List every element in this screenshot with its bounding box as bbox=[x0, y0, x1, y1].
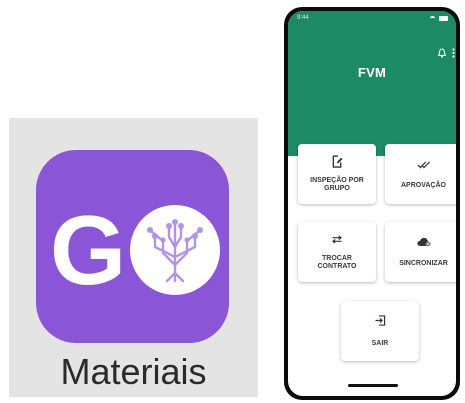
battery-icon bbox=[439, 16, 448, 21]
more-vert-icon[interactable] bbox=[452, 48, 455, 58]
wifi-icon bbox=[430, 16, 435, 22]
home-indicator bbox=[348, 384, 398, 387]
phone-frame: 9:44 FVM INSPEÇÃO POR GRUPO APROVAÇÃO TR… bbox=[284, 7, 460, 400]
app-name-label: Materiais bbox=[60, 351, 207, 392]
app-icon-panel: G Materiais bbox=[9, 118, 258, 397]
aprovacao-label: APROVAÇÃO bbox=[401, 182, 446, 189]
app-header: 9:44 FVM bbox=[288, 11, 456, 156]
canvas: G Materiais 9:44 FVM INSPEÇÃO POR GRUPO … bbox=[0, 0, 465, 403]
phone-screen: 9:44 FVM INSPEÇÃO POR GRUPO APROVAÇÃO TR… bbox=[288, 11, 456, 396]
double-check-icon bbox=[416, 161, 430, 169]
cloud-sync-icon bbox=[416, 237, 431, 247]
swap-arrows-icon bbox=[332, 235, 342, 244]
trocar-contrato-label: TROCAR CONTRATO bbox=[317, 255, 357, 270]
logo-letter-g: G bbox=[50, 195, 126, 305]
inspecao-por-grupo-button[interactable]: INSPEÇÃO POR GRUPO bbox=[298, 144, 376, 204]
go-materiais-app-icon[interactable]: G bbox=[36, 150, 229, 343]
sincronizar-label: SINCRONIZAR bbox=[399, 260, 448, 267]
status-time: 9:44 bbox=[297, 15, 309, 21]
aprovacao-button[interactable]: APROVAÇÃO bbox=[385, 144, 456, 204]
clipboard-edit-icon bbox=[332, 155, 343, 168]
sincronizar-button[interactable]: SINCRONIZAR bbox=[385, 222, 456, 282]
circuit-tree-icon bbox=[130, 205, 220, 295]
bell-icon[interactable] bbox=[438, 48, 446, 58]
sair-label: SAIR bbox=[371, 340, 389, 347]
app-title: FVM bbox=[357, 65, 387, 80]
logout-icon bbox=[375, 315, 386, 326]
status-icons bbox=[428, 15, 450, 22]
sair-button[interactable]: SAIR bbox=[341, 301, 419, 361]
trocar-contrato-button[interactable]: TROCAR CONTRATO bbox=[298, 222, 376, 282]
inspecao-por-grupo-label: INSPEÇÃO POR GRUPO bbox=[310, 177, 364, 192]
